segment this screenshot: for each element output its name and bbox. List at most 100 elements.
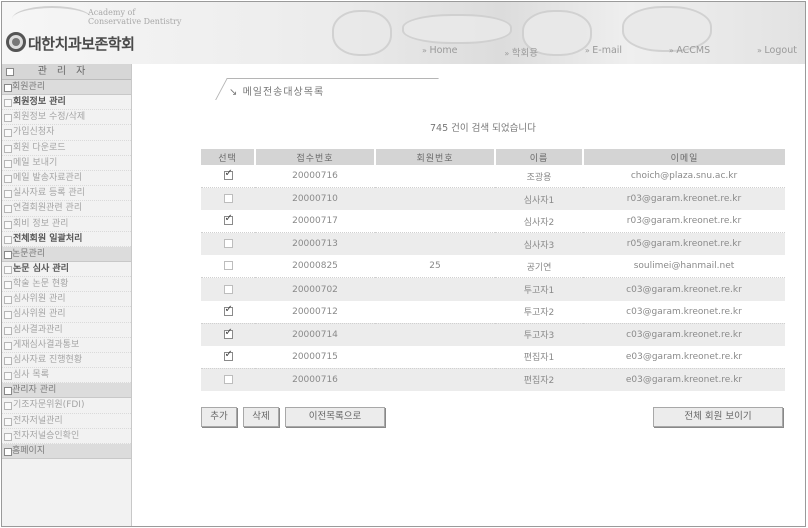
name-cell: 편집자1 xyxy=(495,345,583,369)
col-select: 선택 xyxy=(201,149,256,165)
email-cell: soulimei@hanmail.net xyxy=(583,255,785,279)
name-cell: 공기연 xyxy=(495,255,583,279)
nav-logout[interactable]: Logout xyxy=(757,45,797,59)
delete-button[interactable]: 삭제 xyxy=(243,407,279,427)
member-no-cell xyxy=(375,368,495,391)
nav-accms[interactable]: ACCMS xyxy=(669,45,710,59)
email-cell: c03@garam.kreonet.re.kr xyxy=(583,277,785,301)
select-checkbox[interactable] xyxy=(223,239,233,249)
page-title: 메일전송대상목록 xyxy=(229,83,324,98)
sidebar-item[interactable]: 학술 논문 현황 xyxy=(2,277,131,293)
header-decoration xyxy=(402,14,512,44)
name-cell: 투고자3 xyxy=(495,323,583,346)
sidebar-item[interactable]: 회원 다운로드 xyxy=(2,141,131,156)
sidebar-item[interactable]: 메일 발송자료관리 xyxy=(2,171,131,187)
receipt-no-cell: 20000702 xyxy=(255,277,375,301)
sidebar-item[interactable]: 전자저널승인확인 xyxy=(2,429,131,444)
table-row[interactable]: 20000710 심사자1 r03@garam.kreonet.re.kr xyxy=(201,187,785,211)
select-checkbox[interactable] xyxy=(223,213,233,226)
select-checkbox[interactable] xyxy=(223,304,233,316)
member-no-cell xyxy=(375,277,495,301)
email-cell: e03@garam.kreonet.re.kr xyxy=(583,345,785,369)
member-no-cell xyxy=(375,232,495,256)
sidebar-item[interactable]: 심사 목록 xyxy=(2,368,131,384)
email-cell: r05@garam.kreonet.re.kr xyxy=(583,232,785,256)
sidebar-item[interactable]: 메일 보내기 xyxy=(2,156,131,171)
select-checkbox[interactable] xyxy=(223,261,233,271)
select-cell xyxy=(201,187,255,211)
nav-home[interactable]: Home xyxy=(422,45,457,59)
logo-subtitle-line1: Academy of xyxy=(88,8,136,17)
table-row[interactable]: 20000714 투고자3c03@garam.kreonet.re.kr xyxy=(201,323,785,346)
col-receipt-no: 접수번호 xyxy=(255,149,376,165)
society-logo-icon[interactable] xyxy=(6,32,26,52)
select-cell xyxy=(201,165,255,189)
select-checkbox[interactable] xyxy=(223,349,233,361)
table-row[interactable]: 20000716 조광용choich@plaza.snu.ac.kr xyxy=(201,165,785,189)
sidebar-section[interactable]: 홈페이지 xyxy=(2,443,131,459)
table-row[interactable]: 20000713 심사자3 r05@garam.kreonet.re.kr xyxy=(201,232,785,256)
nav-email[interactable]: E-mail xyxy=(585,45,622,59)
society-logo-text[interactable]: 대한치과보존학회 xyxy=(28,33,135,54)
member-no-cell: 25 xyxy=(375,255,495,279)
email-cell: c03@garam.kreonet.re.kr xyxy=(583,300,785,324)
select-cell xyxy=(201,368,255,391)
select-checkbox[interactable] xyxy=(223,327,233,339)
logo-subtitle: Academy of Conservative Dentistry xyxy=(88,8,181,26)
sidebar-item[interactable]: 전체회원 일괄처리 xyxy=(2,232,131,247)
sidebar-item[interactable]: 논문 심사 관리 xyxy=(2,262,131,278)
select-checkbox[interactable] xyxy=(223,284,233,294)
show-all-members-button[interactable]: 전체 회원 보이기 xyxy=(653,407,783,427)
sidebar-item[interactable]: 회비 정보 관리 xyxy=(2,217,131,232)
member-no-cell xyxy=(375,210,495,234)
table-row[interactable]: 20000712 투고자2c03@garam.kreonet.re.kr xyxy=(201,300,785,324)
sidebar-item[interactable]: 심사자료 진행현황 xyxy=(2,353,131,369)
sidebar-item[interactable]: 심사결과관리 xyxy=(2,323,131,338)
sidebar-item[interactable]: 심사위원 관리 xyxy=(2,292,131,308)
select-cell xyxy=(201,345,255,369)
email-cell: c03@garam.kreonet.re.kr xyxy=(583,323,785,346)
member-no-cell xyxy=(375,345,495,369)
sidebar-item[interactable]: 심사위원 관리 xyxy=(2,307,131,323)
table-row[interactable]: 20000716 편집자2 e03@garam.kreonet.re.kr xyxy=(201,368,785,391)
add-button[interactable]: 추가 xyxy=(201,407,237,427)
table-body: 20000716조광용choich@plaza.snu.ac.kr2000071… xyxy=(201,165,785,391)
table-row[interactable]: 20000715 편집자1e03@garam.kreonet.re.kr xyxy=(201,345,785,369)
select-cell xyxy=(201,255,255,279)
table-row[interactable]: 20000825 25 공기연 soulimei@hanmail.net xyxy=(201,255,785,279)
sidebar-section[interactable]: 논문관리 xyxy=(2,246,131,262)
table-row[interactable]: 20000702 투고자1 c03@garam.kreonet.re.kr xyxy=(201,277,785,301)
name-cell: 심사자3 xyxy=(495,232,583,256)
sidebar-item[interactable]: 회원정보 관리 xyxy=(2,95,131,111)
sidebar-item[interactable]: 전자저널관리 xyxy=(2,414,131,429)
logo-swoosh xyxy=(12,6,92,32)
sidebar-item[interactable]: 기조자문위원(FDI) xyxy=(2,398,131,414)
sidebar-item[interactable]: 실사자료 등록 관리 xyxy=(2,186,131,202)
email-cell: r03@garam.kreonet.re.kr xyxy=(583,187,785,211)
sidebar-section[interactable]: 관리자 관리 xyxy=(2,383,131,399)
admin-sidebar: 관리자 회원관리 회원정보 관리 회원정보 수정/삭제 가입신청자 회원 다운로드 메일 … xyxy=(2,64,132,526)
sidebar-section[interactable]: 회원관리 xyxy=(2,80,131,95)
select-checkbox[interactable] xyxy=(223,168,233,181)
logo-subtitle-line2: Conservative Dentistry xyxy=(88,17,182,26)
table-row[interactable]: 20000717 심사자2r03@garam.kreonet.re.kr xyxy=(201,210,785,234)
col-email: 이메일 xyxy=(583,149,785,165)
select-checkbox[interactable] xyxy=(223,374,233,384)
select-cell xyxy=(201,210,255,234)
select-checkbox[interactable] xyxy=(223,194,233,204)
receipt-no-cell: 20000717 xyxy=(255,210,375,234)
sidebar-item[interactable]: 연결회원관련 관리 xyxy=(2,201,131,217)
previous-list-button[interactable]: 이전목록으로 xyxy=(285,407,385,427)
nav-society[interactable]: 학회용 xyxy=(504,45,538,59)
member-no-cell xyxy=(375,323,495,346)
app-window: Academy of Conservative Dentistry 대한치과보존… xyxy=(1,1,806,527)
sidebar-item[interactable]: 회원정보 수정/삭제 xyxy=(2,110,131,126)
receipt-no-cell: 20000716 xyxy=(255,368,375,391)
name-cell: 심사자2 xyxy=(495,210,583,234)
receipt-no-cell: 20000825 xyxy=(255,255,375,279)
select-cell xyxy=(201,277,255,301)
select-cell xyxy=(201,323,255,346)
sidebar-item[interactable]: 가입신청자 xyxy=(2,125,131,141)
sidebar-item[interactable]: 게재심사결과통보 xyxy=(2,338,131,353)
name-cell: 심사자1 xyxy=(495,187,583,211)
